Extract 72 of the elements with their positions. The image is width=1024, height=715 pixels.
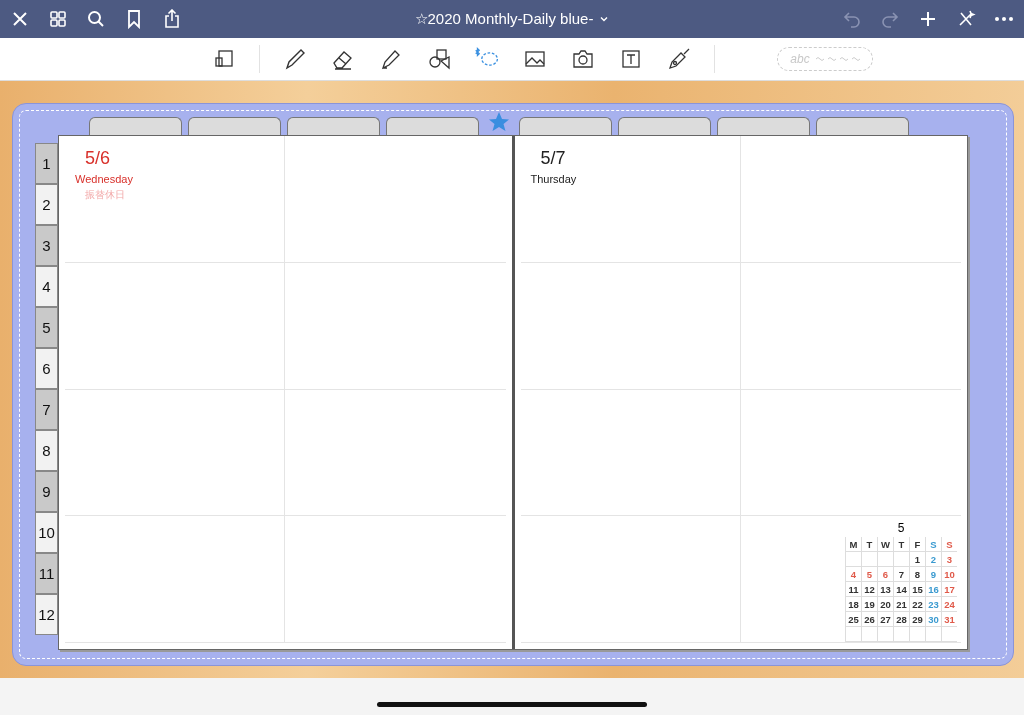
weekday-header: F — [909, 537, 925, 552]
section-tab[interactable] — [519, 117, 612, 135]
calendar-day: 2 — [930, 553, 937, 565]
month-tab[interactable]: 1 — [35, 143, 58, 184]
calendar-day: 21 — [896, 598, 907, 610]
month-tab[interactable]: 8 — [35, 430, 58, 471]
document-title[interactable]: ☆2020 Monthly-Daily blue- — [414, 10, 610, 28]
calendar-day: 6 — [882, 568, 889, 580]
weekday-header: W — [877, 537, 893, 552]
chevron-down-icon[interactable] — [599, 14, 610, 24]
calendar-day: 20 — [880, 598, 891, 610]
calendar-day: 28 — [896, 613, 907, 625]
calendar-day: 5 — [866, 568, 873, 580]
weekday-label: Wednesday — [75, 173, 133, 185]
calendar-day: 10 — [944, 568, 955, 580]
page-date: 5/7 — [540, 148, 566, 169]
calendar-day: 23 — [928, 598, 939, 610]
calendar-day: 14 — [896, 583, 907, 595]
weekday-header: S — [925, 537, 941, 552]
month-tab[interactable]: 9 — [35, 471, 58, 512]
weekday-header: S — [941, 537, 957, 552]
share-icon[interactable] — [162, 9, 182, 29]
calendar-day: 11 — [848, 583, 859, 595]
calendar-day: 7 — [898, 568, 905, 580]
calendar-day: 18 — [848, 598, 859, 610]
calendar-day: 30 — [928, 613, 939, 625]
month-tab[interactable]: 5 — [35, 307, 58, 348]
calendar-day: 31 — [944, 613, 955, 625]
calendar-day: 25 — [848, 613, 859, 625]
calendar-day: 1 — [914, 553, 921, 565]
calendar-day: 16 — [928, 583, 939, 595]
calendar-day: 29 — [912, 613, 923, 625]
calendar-day: 4 — [850, 568, 857, 580]
calendar-day: 13 — [880, 583, 891, 595]
calendar-day: 12 — [864, 583, 875, 595]
section-tab[interactable] — [287, 117, 380, 135]
section-tab[interactable] — [816, 117, 909, 135]
weekday-label: Thursday — [530, 173, 577, 185]
section-tab[interactable] — [386, 117, 479, 135]
month-tab[interactable]: 6 — [35, 348, 58, 389]
calendar-day: 15 — [912, 583, 923, 595]
section-tab[interactable] — [89, 117, 182, 135]
page-date: 5/6 — [85, 148, 111, 169]
calendar-day: 26 — [864, 613, 875, 625]
month-tab[interactable]: 12 — [35, 594, 58, 635]
calendar-day: 19 — [864, 598, 875, 610]
weekday-header: T — [861, 537, 877, 552]
section-tab[interactable] — [717, 117, 810, 135]
month-tab[interactable]: 11 — [35, 553, 58, 594]
month-tab[interactable]: 10 — [35, 512, 58, 553]
holiday-label: 振替休日 — [85, 188, 125, 202]
calendar-day: 24 — [944, 598, 955, 610]
search-icon[interactable] — [86, 9, 106, 29]
add-icon[interactable] — [918, 9, 938, 29]
grid-icon[interactable] — [48, 9, 68, 29]
calendar-day: 8 — [914, 568, 921, 580]
calendar-day: 27 — [880, 613, 891, 625]
weekday-header: T — [893, 537, 909, 552]
weekday-header: M — [845, 537, 861, 552]
section-tab[interactable] — [188, 117, 281, 135]
calendar-day: 3 — [946, 553, 953, 565]
squiggle-icon — [815, 56, 860, 62]
calendar-day: 22 — [912, 598, 923, 610]
month-tab[interactable]: 7 — [35, 389, 58, 430]
calendar-month: 5 — [897, 521, 905, 535]
month-tab[interactable]: 4 — [35, 266, 58, 307]
month-tab[interactable]: 2 — [35, 184, 58, 225]
month-tab[interactable]: 3 — [35, 225, 58, 266]
shapes-icon[interactable] — [426, 47, 453, 71]
calendar-day: 17 — [944, 583, 955, 595]
calendar-day: 9 — [930, 568, 937, 580]
section-tab[interactable] — [618, 117, 711, 135]
